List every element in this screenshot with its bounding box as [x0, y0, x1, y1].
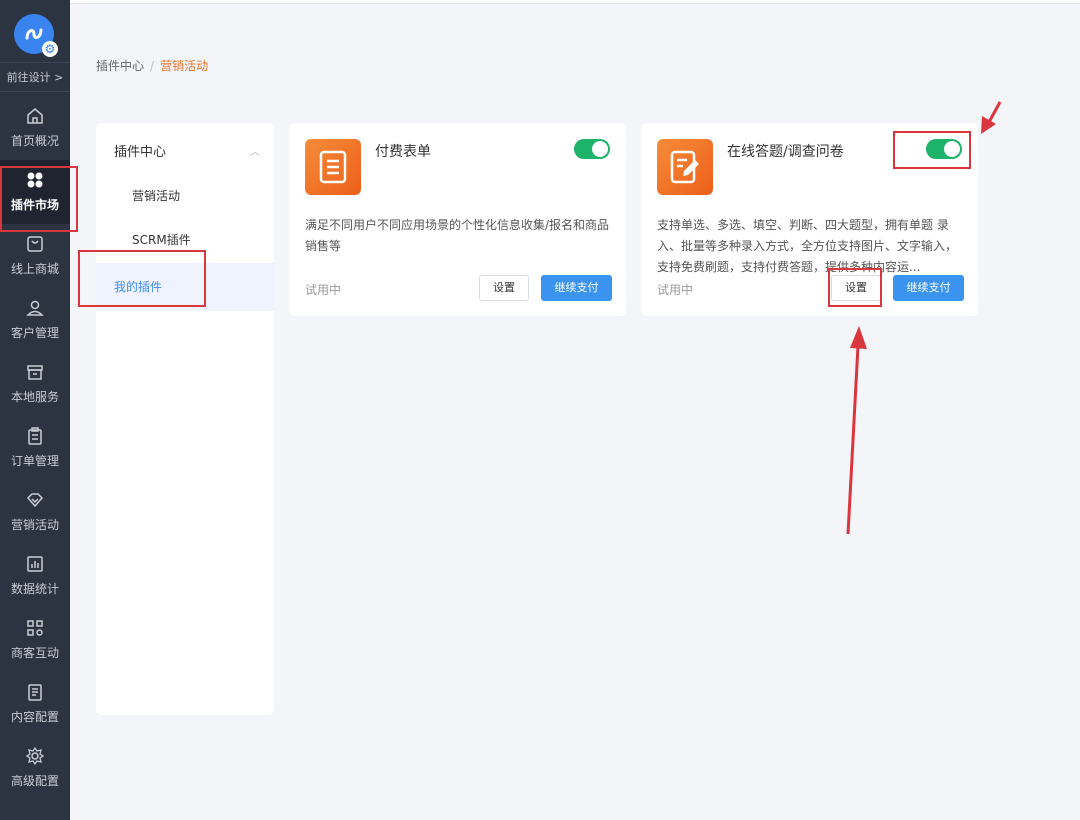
sidebar-item-label: 高级配置 [10, 774, 59, 788]
sidebar-item-label: 本地服务 [10, 390, 59, 404]
plugin-menu-panel: 插件中心 ︿ 营销活动 SCRM插件 我的插件 [96, 123, 274, 715]
sidebar-item-label: 内容配置 [10, 710, 59, 724]
form-document-icon [305, 139, 361, 195]
sidebar-item-label: 线上商城 [10, 262, 59, 276]
top-bar [70, 0, 1080, 4]
annotation-box-settings [828, 268, 882, 307]
sidebar-item-label: 订单管理 [10, 454, 59, 468]
sidebar-item-label: 商客互动 [10, 646, 59, 660]
plugin-enable-toggle[interactable] [574, 139, 610, 159]
sidebar-item-orders[interactable]: 订单管理 [0, 416, 70, 480]
plugin-menu-item-marketing[interactable]: 营销活动 [132, 187, 180, 204]
app-logo-gear-icon: ⚙ [42, 41, 58, 57]
main-sidebar: ⚙ 前往设计 > 首页概况 插件市场 线上商城 客户管理 本地服务 订单管理 营… [0, 0, 70, 820]
sidebar-item-customers[interactable]: 客户管理 [0, 288, 70, 352]
sidebar-item-statistics[interactable]: 数据统计 [0, 544, 70, 608]
plugin-menu-item-scrm[interactable]: SCRM插件 [132, 231, 191, 248]
sidebar-item-marketing[interactable]: 营销活动 [0, 480, 70, 544]
chart-icon [0, 554, 70, 576]
annotation-box-plugin-market [0, 166, 78, 232]
sidebar-item-online-mall[interactable]: 线上商城 [0, 224, 70, 288]
gear-icon [0, 746, 70, 768]
breadcrumb-root[interactable]: 插件中心 [96, 59, 144, 73]
plugin-status: 试用中 [657, 283, 694, 297]
plugin-menu-group[interactable]: 插件中心 ︿ [114, 141, 260, 160]
edit-document-icon [657, 139, 713, 195]
user-icon [0, 298, 70, 320]
breadcrumb-current: 营销活动 [160, 59, 209, 73]
home-icon [0, 106, 70, 128]
plugin-card-title: 付费表单 [375, 144, 431, 160]
diamond-icon [0, 490, 70, 512]
plugin-card: 付费表单 满足不同用户不同应用场景的个性化信息收集/报名和商品销售等 试用中 设… [289, 123, 626, 316]
annotation-box-my-plugins [78, 250, 206, 307]
sidebar-item-local-service[interactable]: 本地服务 [0, 352, 70, 416]
app-logo[interactable]: ⚙ [14, 14, 58, 57]
settings-button[interactable]: 设置 [479, 275, 529, 301]
sidebar-item-interaction[interactable]: 商客互动 [0, 608, 70, 672]
sidebar-item-label: 数据统计 [10, 582, 59, 596]
mall-icon [0, 234, 70, 256]
app-logo-mark-icon [25, 28, 43, 40]
continue-pay-button[interactable]: 继续支付 [893, 275, 964, 301]
plugin-status: 试用中 [305, 283, 342, 297]
toggle-knob [592, 141, 608, 157]
continue-pay-button[interactable]: 继续支付 [541, 275, 612, 301]
breadcrumb: 插件中心 / 营销活动 [96, 57, 208, 74]
annotation-arrow-toggle [981, 101, 1002, 134]
chevron-up-icon: ︿ [250, 147, 260, 158]
breadcrumb-separator: / [150, 59, 155, 73]
annotation-box-toggle [893, 131, 971, 169]
sidebar-item-label: 首页概况 [10, 134, 59, 148]
plugin-menu-group-label: 插件中心 [114, 145, 167, 160]
plugin-card-description: 支持单选、多选、填空、判断、四大题型，拥有单题 录入、批量等多种录入方式，全方位… [657, 218, 958, 274]
sidebar-item-home[interactable]: 首页概况 [0, 96, 70, 160]
sidebar-item-content[interactable]: 内容配置 [0, 672, 70, 736]
scan-icon [0, 618, 70, 640]
sidebar-item-label: 客户管理 [10, 326, 59, 340]
clipboard-icon [0, 426, 70, 448]
store-icon [0, 362, 70, 384]
document-icon [0, 682, 70, 704]
plugin-card-title: 在线答题/调查问卷 [727, 144, 844, 160]
sidebar-item-advanced[interactable]: 高级配置 [0, 736, 70, 800]
sidebar-item-label: 营销活动 [10, 518, 59, 532]
design-link[interactable]: 前往设计 > [0, 62, 70, 92]
plugin-card-description: 满足不同用户不同应用场景的个性化信息收集/报名和商品销售等 [305, 218, 610, 253]
annotation-arrow-settings [846, 326, 867, 535]
